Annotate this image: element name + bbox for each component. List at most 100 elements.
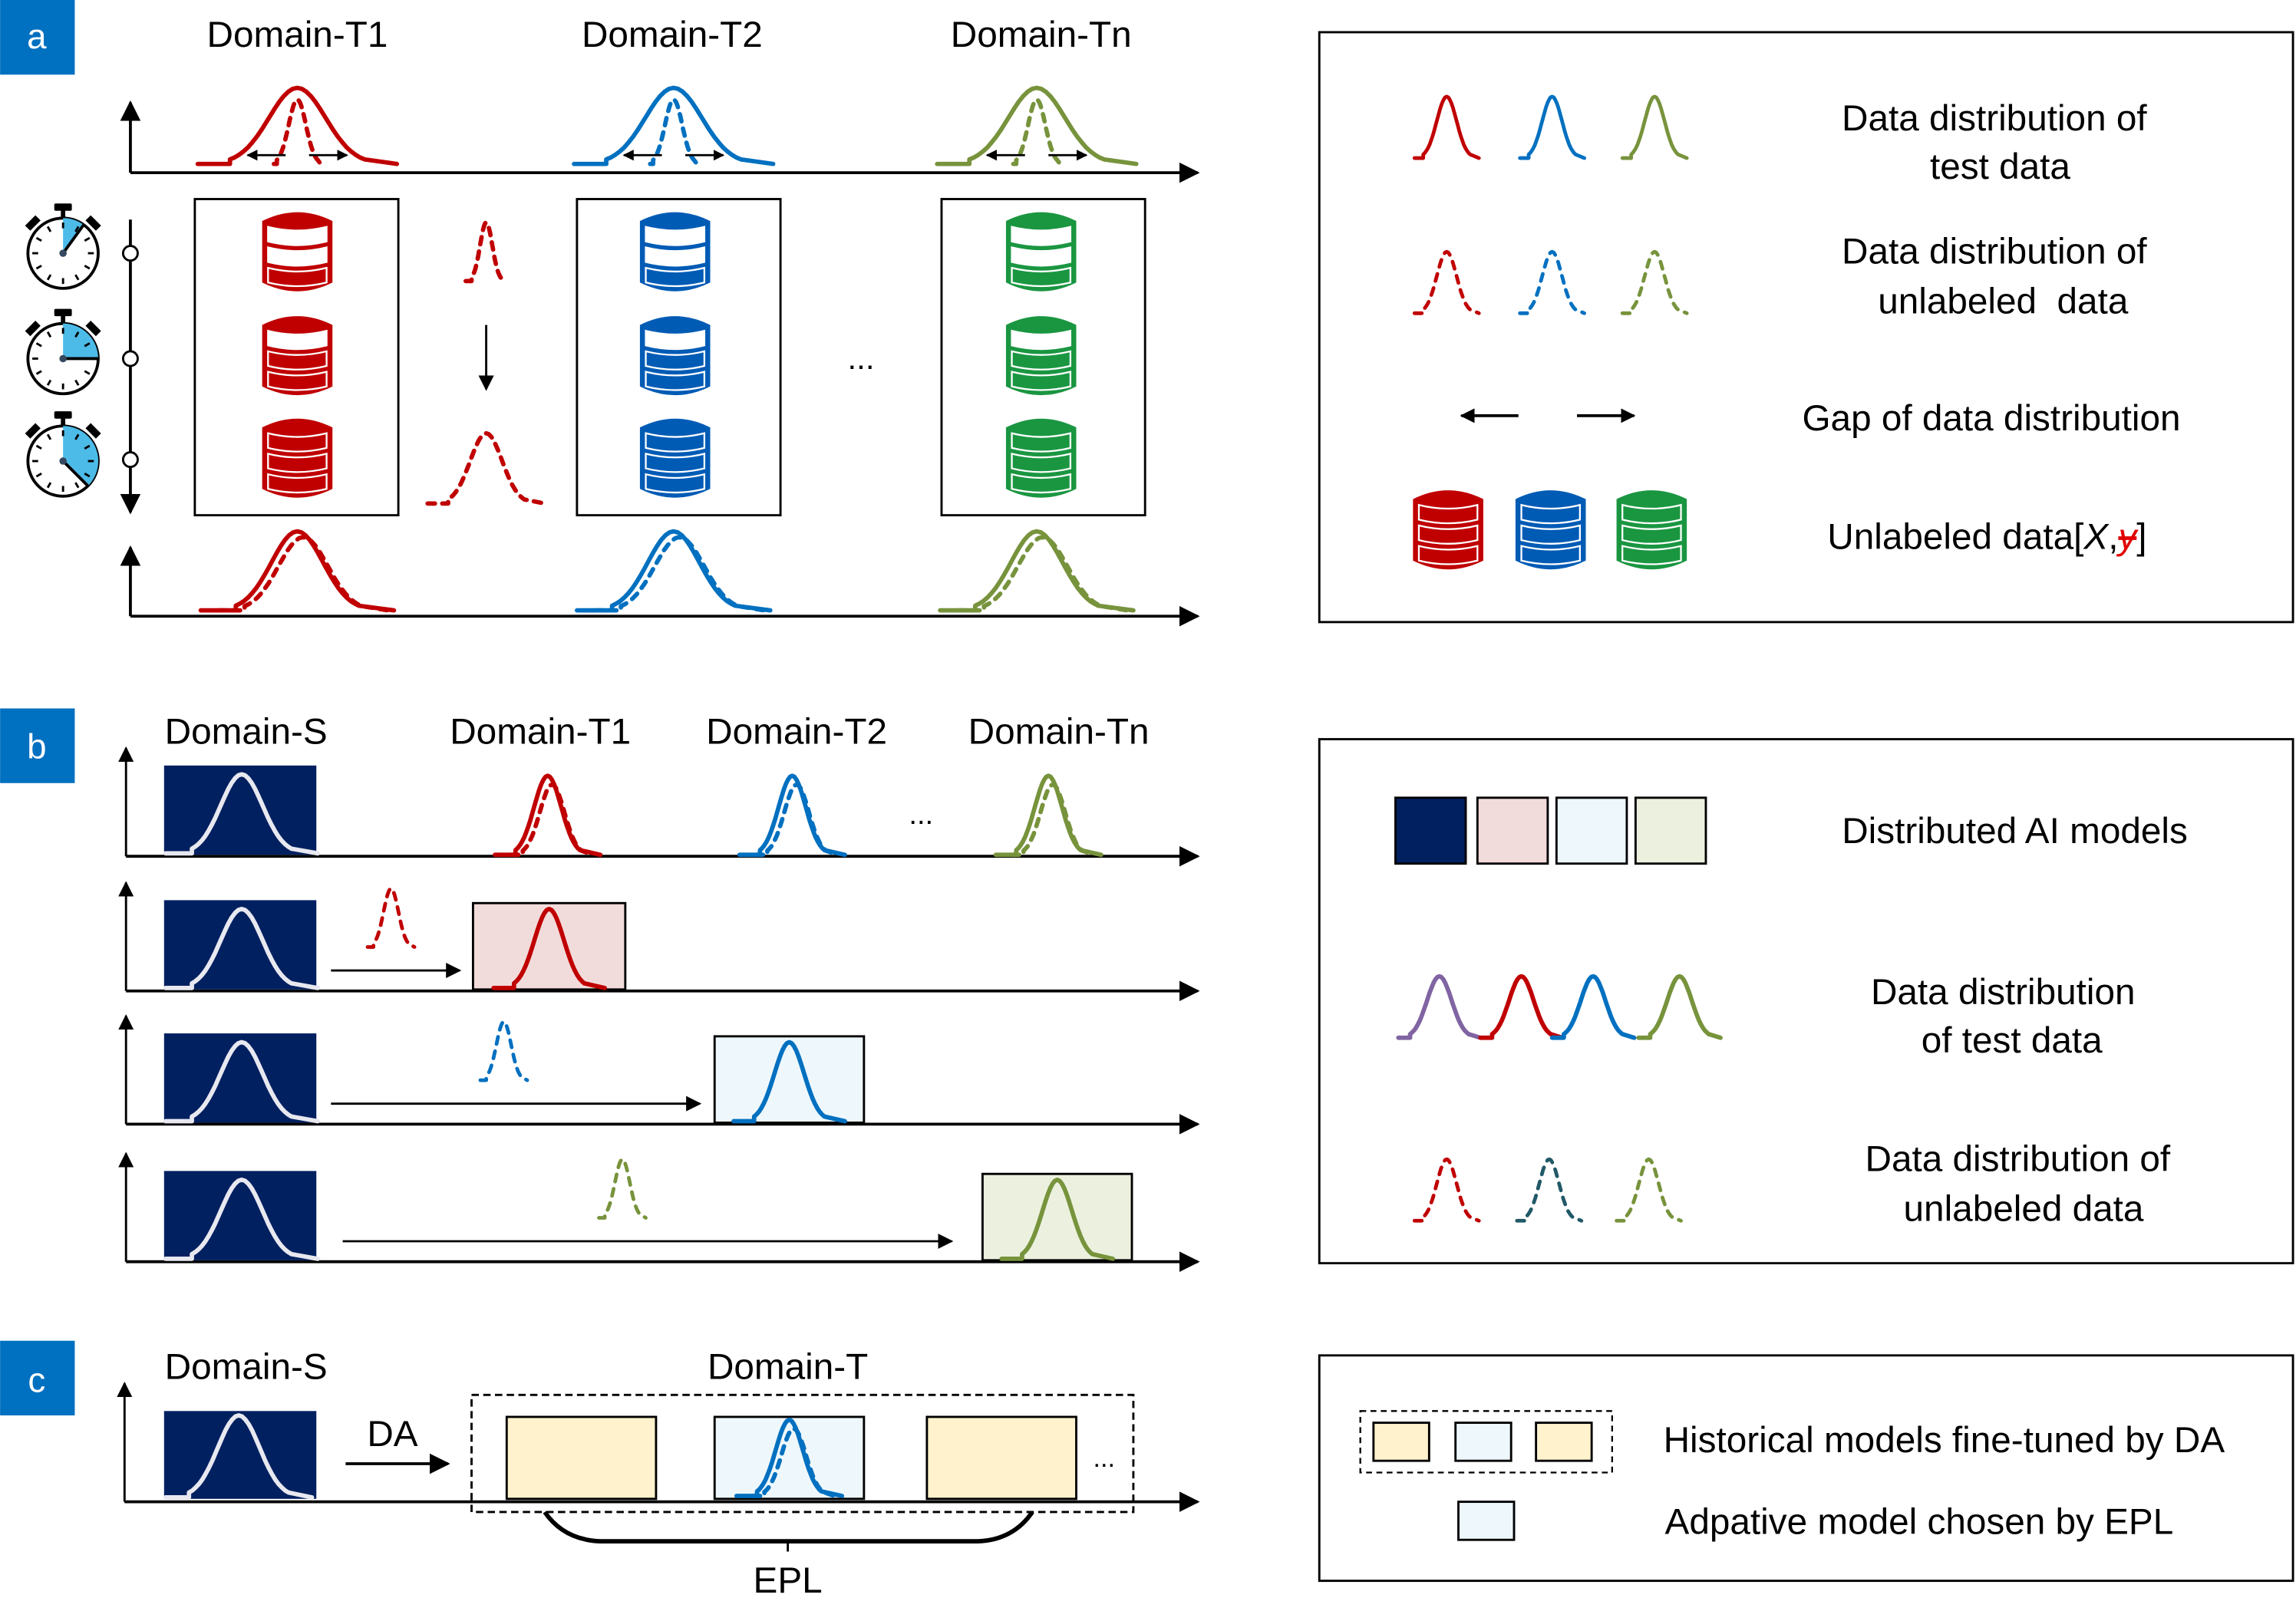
- test-distribution-curve: [493, 773, 603, 858]
- legend-b-test-line1: Data distribution: [1871, 972, 2136, 1013]
- stopwatch-pivot: [59, 457, 67, 465]
- panel-a-tag-label: a: [27, 17, 47, 56]
- legend-c-historical-label: Historical models fine-tuned by DA: [1664, 1420, 2225, 1461]
- unlabeled-distribution-curve: [753, 782, 840, 858]
- source-model: [163, 765, 317, 855]
- unlabeled-distribution-curve: [597, 1157, 648, 1220]
- time-node-3: [121, 451, 139, 469]
- b-domain-t1-label: Domain-T1: [450, 711, 631, 752]
- legend-unlabeled-curve: [1615, 1157, 1683, 1223]
- legend-b-unlabeled-line1: Data distribution of: [1866, 1138, 2171, 1179]
- legend-a-unlabeled-line1: Data distribution of: [1842, 231, 2147, 272]
- test-distribution-curve: [198, 529, 397, 613]
- legend-b-models-label: Distributed AI models: [1842, 811, 2188, 852]
- panel-b: b Domain-S Domain-T1 Domain-T2 Domain-Tn…: [0, 708, 1200, 1273]
- database-icon: [262, 418, 333, 498]
- database-icons: [262, 212, 1077, 498]
- a-top-curves: [195, 85, 1139, 166]
- panel-a-tag: a: [0, 0, 75, 75]
- wide-unlabeled-curve: [425, 430, 547, 506]
- unlabeled-distribution-curve: [509, 782, 595, 858]
- legend-a-unlabeled-data-label: Unlabeled data[X,y]: [1827, 517, 2146, 558]
- legend-test-curve: [1636, 974, 1723, 1040]
- source-model: [163, 900, 317, 990]
- domain-t1-label: Domain-T1: [207, 15, 388, 55]
- legend-test-curve: [1518, 94, 1586, 160]
- source-model: [163, 1171, 317, 1260]
- b-domain-t2-label: Domain-T2: [706, 711, 887, 752]
- database-icon: [639, 212, 711, 292]
- test-distribution-curve: [993, 773, 1103, 858]
- panel-b-tag: b: [0, 708, 75, 783]
- legend-c-adaptive-label: Adpative model chosen by EPL: [1665, 1502, 2174, 1543]
- stopwatch-icon: [25, 411, 101, 498]
- legend-a: Data distribution of test data Data dist…: [1318, 31, 2294, 624]
- test-distribution-curve: [938, 529, 1136, 613]
- legend-c: Historical models fine-tuned by DA Adpat…: [1318, 1354, 2294, 1583]
- legend-model-pink-swatch: [1476, 796, 1549, 865]
- panel-c-tag: c: [0, 1340, 75, 1416]
- database-icon: [1005, 212, 1077, 292]
- database-icon: [639, 316, 711, 396]
- legend-c-yellow-swatch-2: [1535, 1422, 1593, 1462]
- narrow-unlabeled-curve: [463, 220, 510, 284]
- database-icon: [1515, 490, 1586, 570]
- c-domain-t-label: Domain-T: [708, 1346, 868, 1387]
- test-distribution-curve: [737, 773, 847, 858]
- legend-b: Distributed AI models Data distribution …: [1318, 738, 2294, 1265]
- epl-label: EPL: [754, 1560, 823, 1601]
- stopwatch-pivot: [59, 354, 67, 363]
- c-domain-s-label: Domain-S: [165, 1346, 328, 1387]
- figure: a Domain-T1 Domain-T2 Domain-Tn ... Data: [0, 0, 2296, 1607]
- panel-b-tag-label: b: [27, 726, 46, 766]
- b-domain-s-label: Domain-S: [165, 711, 328, 752]
- legend-b-unlabeled-line2: unlabeled data: [1904, 1188, 2144, 1229]
- b-ellipsis: ...: [909, 798, 933, 831]
- target-model: [981, 1172, 1133, 1262]
- legend-model-navy-swatch: [1394, 796, 1467, 865]
- database-icon: [1005, 316, 1077, 396]
- legend-unlabeled-curve: [1518, 249, 1586, 315]
- legend-test-curve: [1412, 94, 1481, 160]
- b-domain-tn-label: Domain-Tn: [968, 711, 1150, 752]
- database-icon: [639, 418, 711, 498]
- unlabeled-distribution-curve: [478, 1020, 529, 1082]
- c-source-model: [163, 1411, 317, 1499]
- target-model: [471, 901, 627, 991]
- c-ellipsis: ...: [1093, 1444, 1115, 1473]
- a-bottom-curves: [198, 529, 1136, 613]
- unlabeled-distribution-curve: [1009, 782, 1097, 858]
- legend-c-box: [1318, 1354, 2294, 1583]
- epl-brace: [543, 1511, 1034, 1544]
- legend-test-curve: [1549, 974, 1637, 1040]
- legend-test-curve: [1396, 974, 1483, 1040]
- legend-c-lightblue-swatch: [1454, 1422, 1513, 1462]
- b-row-2: [118, 881, 1200, 1002]
- da-label: DA: [367, 1414, 417, 1455]
- legend-test-curve: [1478, 974, 1565, 1040]
- b-row-3: [118, 1014, 1200, 1135]
- legend-c-adaptive-swatch: [1457, 1501, 1516, 1541]
- legend-unlabeled-curve: [1620, 249, 1689, 315]
- legend-test-curve: [1620, 94, 1689, 160]
- panel-a: a Domain-T1 Domain-T2 Domain-Tn ...: [0, 0, 1200, 627]
- unlabeled-distribution-curve: [365, 886, 417, 949]
- test-distribution-curve: [575, 529, 773, 613]
- legend-a-icons: [1412, 94, 1689, 570]
- stopwatch-icon: [25, 308, 101, 396]
- legend-model-lightgreen-swatch: [1634, 796, 1707, 865]
- b-rows: [118, 746, 1200, 1273]
- target-model: [713, 1035, 866, 1124]
- legend-unlabeled-curve: [1412, 249, 1481, 315]
- database-icon: [262, 316, 333, 396]
- legend-a-unlabeled-line2: unlabeled data: [1878, 281, 2129, 321]
- database-icon: [1616, 490, 1687, 570]
- legend-unlabeled-curve: [1515, 1157, 1584, 1223]
- legend-b-test-line2: of test data: [1922, 1020, 2103, 1061]
- time-node-1: [121, 245, 139, 262]
- database-icon: [262, 212, 333, 292]
- adaptive-model: [713, 1415, 866, 1501]
- panel-c-tag-label: c: [28, 1361, 45, 1400]
- database-icon: [1005, 418, 1077, 498]
- legend-a-gap-label: Gap of data distribution: [1802, 398, 2180, 439]
